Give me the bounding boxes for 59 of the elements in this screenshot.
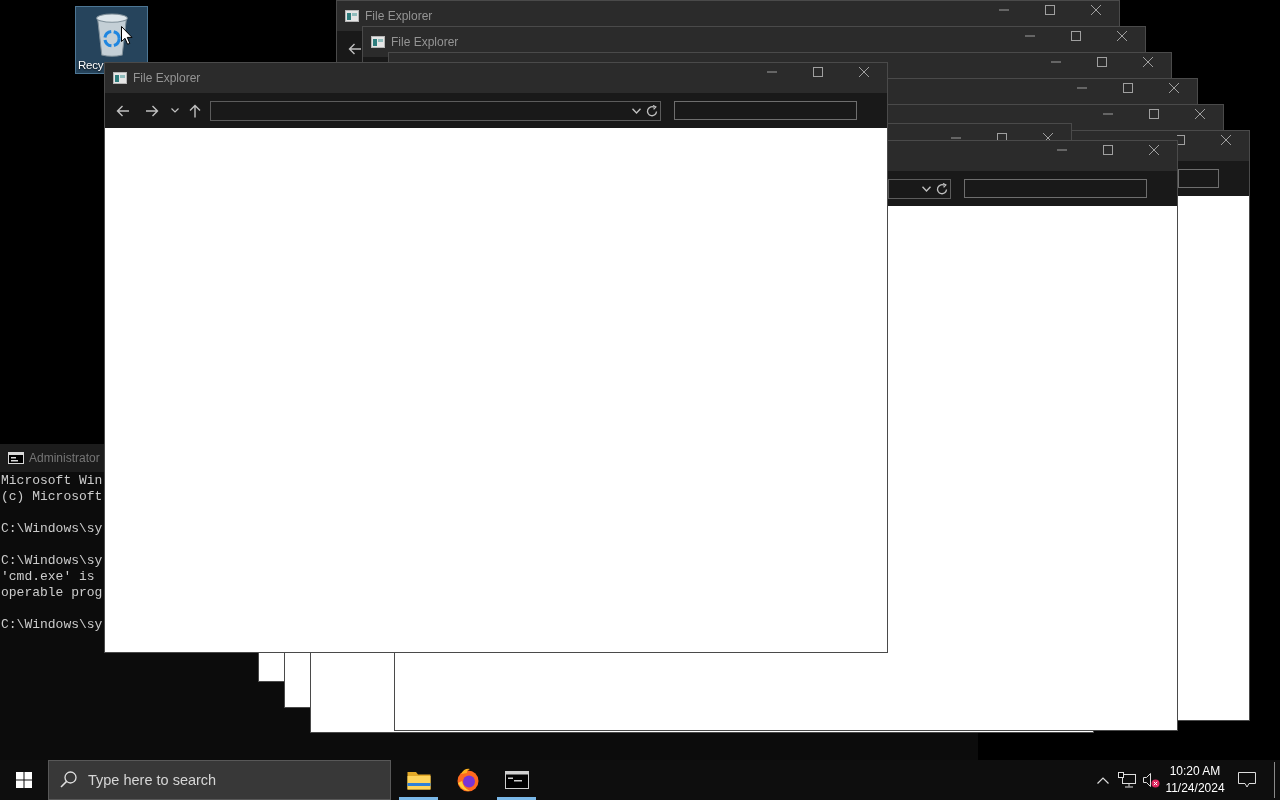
refresh-icon [936, 182, 948, 195]
address-field[interactable] [888, 178, 951, 199]
maximize-icon [1045, 5, 1055, 15]
maximize-icon [1123, 83, 1133, 93]
close-icon [1169, 83, 1179, 93]
window-icon [113, 72, 127, 84]
running-indicator [399, 797, 438, 800]
console-icon [8, 452, 24, 464]
console-line: C:\Windows\sy [1, 617, 103, 633]
console-line: 'cmd.exe' is [1, 569, 95, 585]
window-title: File Explorer [133, 71, 201, 85]
window-title: File Explorer [365, 9, 433, 23]
window-icon [345, 10, 359, 22]
chevron-up-icon [1097, 776, 1109, 784]
close-icon [1149, 145, 1159, 155]
terminal-icon [504, 771, 529, 789]
chevron-down-icon [631, 107, 641, 114]
console-line: Microsoft Win [1, 473, 103, 489]
search-field[interactable] [1178, 169, 1219, 188]
close-icon [1091, 5, 1101, 15]
maximize-icon [1103, 145, 1113, 155]
console-line: C:\Windows\sy [1, 553, 103, 569]
refresh-icon [646, 104, 658, 117]
flame-globe-icon [455, 768, 480, 792]
clock-button[interactable]: 10:20 AM 11/24/2024 [1162, 760, 1228, 800]
maximize-icon [997, 133, 1007, 140]
search-field[interactable]: Type here to search [48, 760, 391, 800]
folder-icon [406, 770, 431, 790]
maximize-icon [813, 67, 823, 77]
address-field[interactable] [210, 100, 661, 121]
window-icon [371, 36, 385, 48]
maximize-icon [1149, 109, 1159, 119]
caret-down-icon [171, 108, 179, 113]
search-icon [60, 771, 77, 788]
right-arrow-icon [145, 104, 159, 117]
windows-logo-icon [16, 772, 32, 788]
console-line: C:\Windows\sy [1, 521, 103, 537]
window-title: File Explorer [391, 35, 459, 49]
chevron-down-icon [921, 185, 931, 192]
running-indicator [497, 797, 536, 800]
close-icon [1195, 109, 1205, 119]
search-field[interactable] [674, 101, 857, 120]
close-icon [1117, 31, 1127, 41]
search-field[interactable] [964, 179, 1147, 198]
maximize-icon [1177, 135, 1185, 145]
speech-bubble-icon [1238, 772, 1256, 788]
network-icon [1118, 772, 1136, 788]
console-line: (c) Microsoft [1, 489, 103, 505]
left-arrow-icon [116, 104, 130, 117]
console-line: operable prog [1, 585, 103, 601]
up-arrow-icon [189, 103, 201, 118]
window-title: Administrator [29, 451, 100, 465]
left-arrow-icon [348, 42, 362, 55]
close-icon [859, 67, 869, 77]
cursor-icon [121, 26, 133, 45]
close-icon [1143, 57, 1153, 67]
maximize-icon [1097, 57, 1107, 67]
maximize-icon [1071, 31, 1081, 41]
close-icon [1221, 135, 1231, 145]
